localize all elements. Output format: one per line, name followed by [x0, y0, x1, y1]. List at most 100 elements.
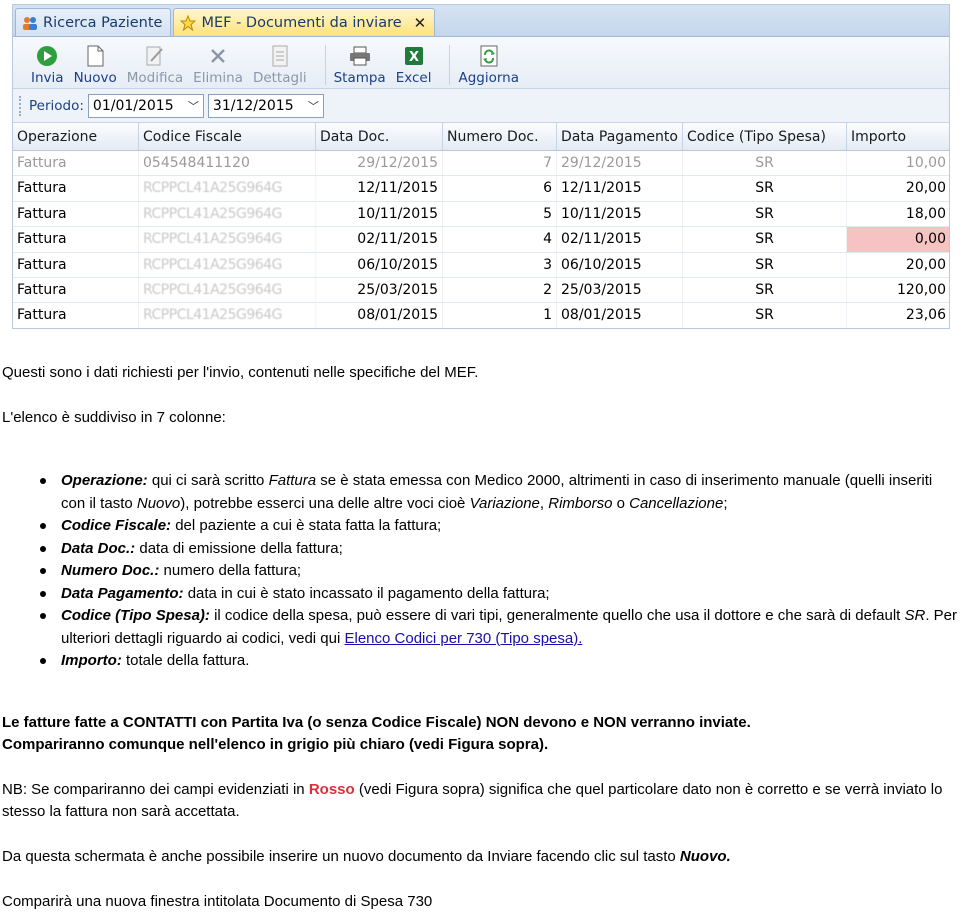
table-cell-op: Fattura [13, 303, 139, 328]
table-cell-num: 1 [443, 303, 557, 328]
list-item-importo: Importo: totale della fattura. [40, 650, 960, 673]
table-row[interactable]: Fattura RCPPCL41A25G964G 12/11/2015 6 12/11/… [13, 176, 949, 202]
column-description-list: Operazione: qui ci sarà scritto Fattura … [40, 470, 960, 673]
stampa-button[interactable]: Stampa [334, 45, 386, 86]
period-label: Periodo: [29, 97, 84, 114]
invia-button[interactable]: Invia [31, 45, 64, 86]
table-cell-op: Fattura [13, 252, 139, 277]
table-row[interactable]: Fattura RCPPCL41A25G964G 08/01/2015 1 08/01/… [13, 303, 949, 328]
table-cell-num: 6 [443, 176, 557, 201]
toolbar-separator [449, 45, 451, 85]
table-cell-op: Fattura [13, 201, 139, 227]
table-cell-tipo: SR [683, 176, 847, 201]
table-cell-num: 5 [443, 201, 557, 227]
table-cell-data-pag: 12/11/2015 [557, 176, 683, 201]
documents-grid: Operazione Codice Fiscale Data Doc. Nume… [13, 123, 949, 328]
list-item-codice-tipo-spesa: Codice (Tipo Spesa): il codice della spe… [40, 605, 960, 650]
elenco-codici-link[interactable]: Elenco Codici per 730 (Tipo spesa). [344, 630, 582, 647]
printer-icon [349, 45, 371, 67]
table-row[interactable]: Fattura RCPPCL41A25G964G 25/03/2015 2 25/03/… [13, 277, 949, 304]
table-cell-cf: RCPPCL41A25G964G [139, 252, 316, 277]
column-header[interactable]: Operazione [13, 123, 139, 150]
table-cell-num: 2 [443, 277, 557, 303]
dettagli-label: Dettagli [252, 70, 307, 86]
table-cell-num: 3 [443, 252, 557, 277]
table-cell-data-doc: 06/10/2015 [316, 252, 443, 277]
table-row[interactable]: Fattura RCPPCL41A25G964G 02/11/2015 4 02/11/… [13, 227, 949, 253]
invia-label: Invia [31, 70, 64, 86]
column-header[interactable]: Codice (Tipo Spesa) [683, 123, 847, 150]
tab-mef-documenti[interactable]: MEF - Documenti da inviare ✕ [173, 8, 436, 36]
elimina-label: Elimina [193, 70, 243, 86]
table-row[interactable]: Fattura RCPPCL41A25G964G 06/10/2015 3 06/10/… [13, 252, 949, 278]
excel-button[interactable]: X Excel [396, 45, 431, 86]
people-icon [22, 15, 38, 31]
nuovo-label: Nuovo [73, 70, 117, 86]
toolbar: Invia Nuovo Modifica Elimina Dettagli St… [13, 37, 949, 89]
table-cell-op: Fattura [13, 176, 139, 201]
tab-ricerca-paziente[interactable]: Ricerca Paziente [15, 8, 172, 36]
close-icon[interactable]: ✕ [414, 14, 427, 32]
table-cell-data-pag: 02/11/2015 [557, 227, 683, 252]
list-item-data-pagamento: Data Pagamento: data in cui è stato inca… [40, 583, 960, 606]
table-cell-cf: 054548411120 [139, 151, 316, 176]
list-item-numero-doc: Numero Doc.: numero della fattura; [40, 560, 960, 583]
table-cell-cf: RCPPCL41A25G964G [139, 201, 316, 227]
table-cell-data-pag: 29/12/2015 [557, 151, 683, 176]
table-cell-data-pag: 10/11/2015 [557, 201, 683, 227]
excel-icon: X [403, 45, 425, 67]
table-row[interactable]: Fattura RCPPCL41A25G964G 10/11/2015 5 10/11/… [13, 201, 949, 228]
star-icon [180, 14, 197, 31]
elimina-button[interactable]: Elimina [193, 45, 243, 86]
column-header[interactable]: Importo [847, 123, 949, 150]
table-cell-data-doc: 12/11/2015 [316, 176, 443, 201]
aggiorna-button[interactable]: Aggiorna [458, 45, 519, 86]
table-cell-num: 4 [443, 227, 557, 252]
table-cell-cf: RCPPCL41A25G964G [139, 227, 316, 252]
table-cell-cf: RCPPCL41A25G964G [139, 277, 316, 303]
table-cell-data-doc: 29/12/2015 [316, 151, 443, 176]
table-cell-data-doc: 25/03/2015 [316, 277, 443, 303]
table-row[interactable]: Fattura 054548411120 29/12/2015 7 29/12/2015… [13, 151, 949, 177]
delete-icon [207, 45, 229, 67]
table-cell-tipo: SR [683, 227, 847, 252]
date-to-select[interactable]: 31/12/2015 ﹀ [207, 93, 324, 118]
table-cell-importo: 18,00 [847, 202, 949, 226]
modifica-label: Modifica [126, 70, 184, 86]
table-cell-data-pag: 06/10/2015 [557, 252, 683, 277]
tab-label: MEF - Documenti da inviare [201, 14, 402, 31]
column-header[interactable]: Data Doc. [316, 123, 443, 150]
new-document-icon [84, 45, 106, 67]
modifica-button[interactable]: Modifica [127, 45, 183, 86]
chevron-down-icon: ﹀ [187, 99, 199, 113]
column-header[interactable]: Numero Doc. [443, 123, 557, 150]
table-cell-importo: 0,00 [847, 227, 949, 252]
table-cell-op: Fattura [13, 227, 139, 252]
intro-paragraph: Questi sono i dati richiesti per l'invio… [2, 364, 479, 381]
table-cell-data-pag: 08/01/2015 [557, 303, 683, 328]
table-cell-cf: RCPPCL41A25G964G [139, 303, 316, 328]
table-cell-num: 7 [443, 151, 557, 176]
nuovo-button[interactable]: Nuovo [74, 45, 117, 86]
chevron-down-icon: ﹀ [307, 99, 319, 113]
final-paragraph: Comparirà una nuova finestra intitolata … [2, 893, 433, 910]
svg-text:X: X [409, 50, 419, 65]
date-from-select[interactable]: 01/01/2015 ﹀ [87, 93, 204, 118]
period-bar: Periodo: 01/01/2015 ﹀ 31/12/2015 ﹀ [13, 89, 949, 123]
send-icon [36, 45, 58, 67]
list-item-data-doc: Data Doc.: data di emissione della fattu… [40, 538, 960, 561]
table-cell-op: Fattura [13, 277, 139, 303]
tab-label: Ricerca Paziente [43, 14, 163, 31]
column-header[interactable]: Codice Fiscale [139, 123, 316, 150]
dettagli-button[interactable]: Dettagli [253, 45, 307, 86]
red-highlight-text: Rosso [308, 781, 355, 798]
table-cell-tipo: SR [683, 252, 847, 277]
table-cell-tipo: SR [683, 303, 847, 328]
grid-header: Operazione Codice Fiscale Data Doc. Nume… [13, 123, 949, 151]
contatti-warning-line1: Le fatture fatte a CONTATTI con Partita … [2, 714, 751, 731]
table-cell-op: Fattura [13, 151, 139, 176]
stampa-label: Stampa [333, 70, 386, 86]
column-header[interactable]: Data Pagamento [557, 123, 683, 150]
list-item-codice-fiscale: Codice Fiscale: del paziente a cui è sta… [40, 515, 960, 538]
table-cell-tipo: SR [683, 151, 847, 176]
